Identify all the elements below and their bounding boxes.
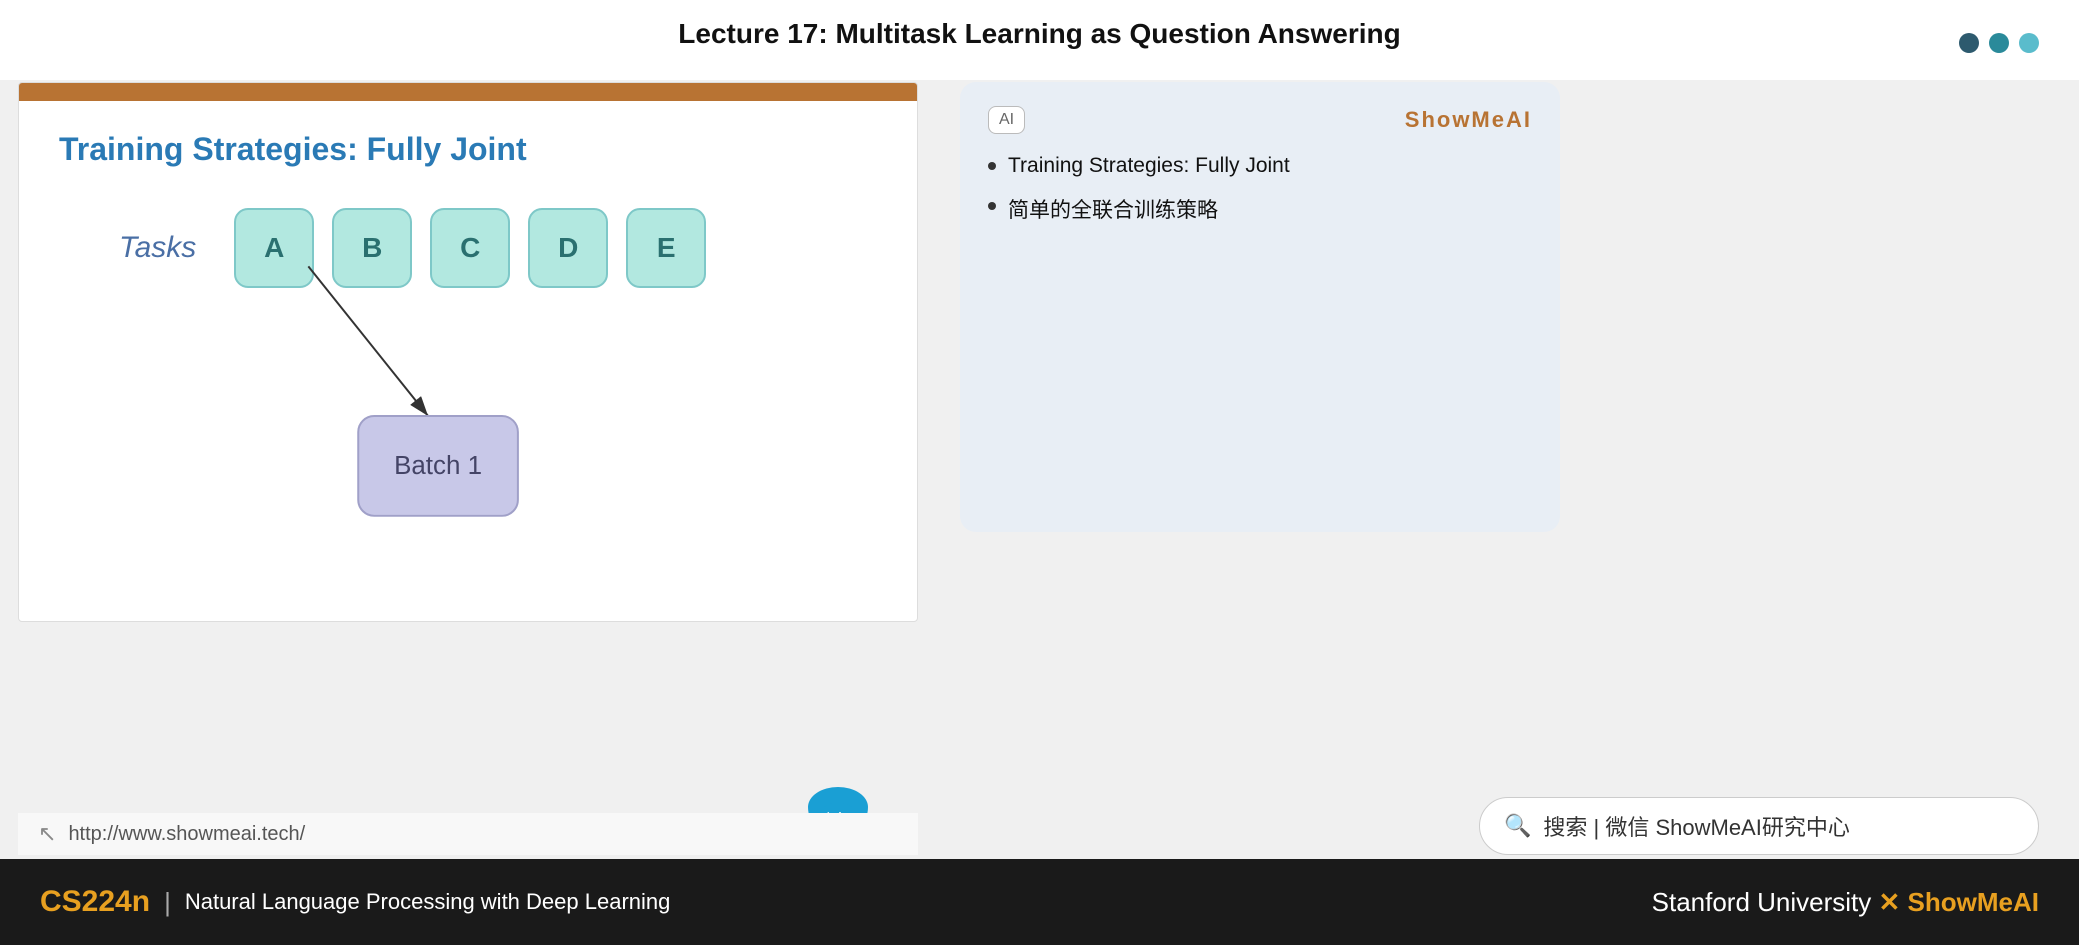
slide-container: Training Strategies: Fully Joint Tasks A… — [18, 82, 918, 622]
card-header: AI ShowMeAI — [988, 106, 1532, 134]
right-panel: AI ShowMeAI Training Strategies: Fully J… — [960, 82, 1560, 532]
lecture-title: Lecture 17: Multitask Learning as Questi… — [0, 18, 2079, 50]
task-box-d: D — [528, 208, 608, 288]
cursor-icon: ↖ — [38, 821, 56, 847]
footer-university: Stanford University — [1652, 887, 1872, 917]
footer-right: Stanford University ✕ ShowMeAI — [1652, 887, 2039, 918]
search-bar[interactable]: 🔍 搜索 | 微信 ShowMeAI研究中心 — [1479, 797, 2039, 855]
slide-top-bar — [19, 83, 917, 101]
footer-separator: | — [164, 887, 171, 918]
card-bullets: Training Strategies: Fully Joint 简单的全联合训… — [988, 154, 1532, 224]
search-icon: 🔍 — [1504, 813, 1531, 839]
bullet-2: 简单的全联合训练策略 — [988, 194, 1532, 224]
task-box-b: B — [332, 208, 412, 288]
tasks-label: Tasks — [119, 231, 196, 265]
slide-title: Training Strategies: Fully Joint — [59, 131, 877, 168]
task-box-e: E — [626, 208, 706, 288]
diagram-svg: Batch 1 — [19, 231, 917, 622]
bullet-text-1: Training Strategies: Fully Joint — [1008, 154, 1290, 178]
footer-course: CS224n — [40, 885, 150, 919]
bullet-dot-2 — [988, 202, 996, 210]
footer-left: CS224n | Natural Language Processing wit… — [40, 885, 670, 919]
url-text: http://www.showmeai.tech/ — [68, 823, 305, 846]
top-area: Lecture 17: Multitask Learning as Questi… — [0, 0, 2079, 80]
task-box-c: C — [430, 208, 510, 288]
task-box-a: A — [234, 208, 314, 288]
bullet-1: Training Strategies: Fully Joint — [988, 154, 1532, 178]
x-symbol: ✕ — [1879, 887, 1908, 917]
svg-text:Batch 1: Batch 1 — [394, 452, 482, 480]
footer-description: Natural Language Processing with Deep Le… — [185, 889, 671, 915]
ai-badge-text: AI — [999, 111, 1014, 129]
slide-content: Training Strategies: Fully Joint Tasks A… — [19, 101, 917, 621]
tasks-row: Tasks A B C D E — [119, 208, 877, 288]
footer: CS224n | Natural Language Processing wit… — [0, 859, 2079, 945]
bullet-text-2: 简单的全联合训练策略 — [1008, 194, 1218, 224]
url-bar: ↖ http://www.showmeai.tech/ — [18, 813, 918, 855]
bullet-dot-1 — [988, 162, 996, 170]
search-text: 搜索 | 微信 ShowMeAI研究中心 — [1543, 810, 1849, 842]
footer-showmeai: ShowMeAI — [1908, 887, 2039, 917]
ai-badge: AI — [988, 106, 1025, 134]
showmeai-card: AI ShowMeAI Training Strategies: Fully J… — [960, 82, 1560, 532]
showmeai-brand: ShowMeAI — [1405, 107, 1532, 133]
